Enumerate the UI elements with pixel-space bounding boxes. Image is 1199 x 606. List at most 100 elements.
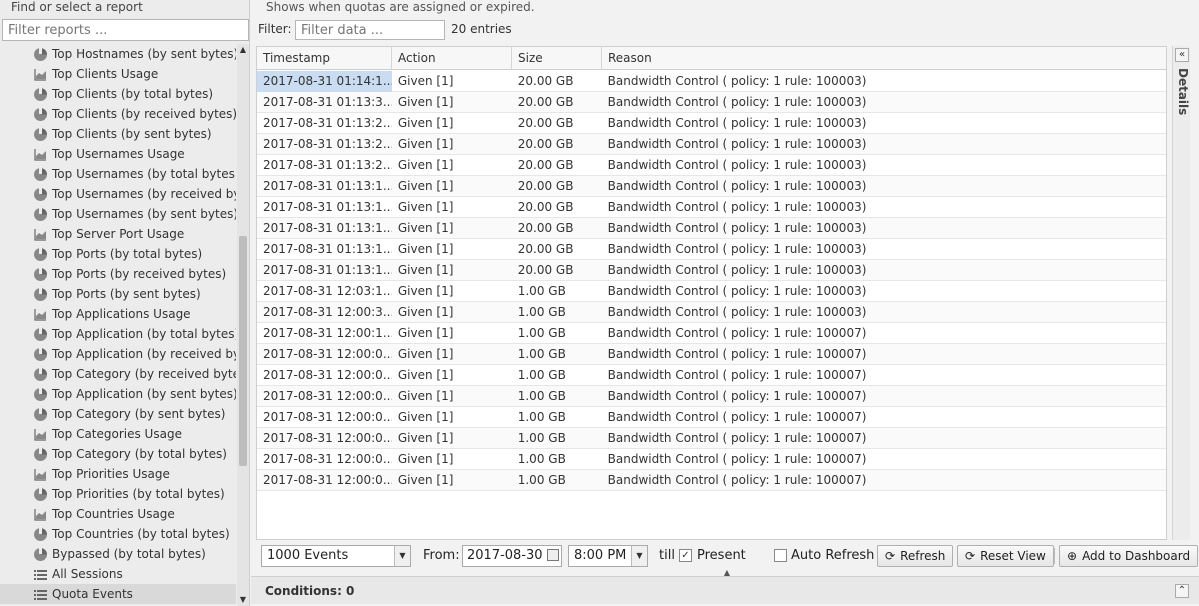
- report-list-item-label: Top Clients (by received bytes): [52, 107, 236, 121]
- table-row[interactable]: 2017-08-31 01:13:1... Given [1] 20.00 GB Ba…: [257, 197, 1166, 218]
- table-row[interactable]: 2017-08-31 12:00:0... Given [1] 1.00 GB Ban…: [257, 407, 1166, 428]
- auto-refresh-checkbox[interactable]: [774, 549, 787, 562]
- calendar-icon[interactable]: [547, 549, 559, 561]
- report-list-item[interactable]: Top Category (by sent bytes): [0, 404, 236, 424]
- report-list-item-label: Quota Events: [52, 587, 133, 601]
- table-row[interactable]: 2017-08-31 12:00:3... Given [1] 1.00 GB Ban…: [257, 302, 1166, 323]
- table-cell: 1.00 GB: [517, 305, 566, 319]
- scroll-down-arrow-icon[interactable]: ▼: [237, 594, 249, 606]
- column-header-reason[interactable]: Reason: [602, 47, 1166, 70]
- conditions-label: Conditions: 0: [265, 584, 355, 598]
- refresh-button[interactable]: ⟳ Refresh: [877, 545, 954, 567]
- table-row[interactable]: 2017-08-31 01:13:1... Given [1] 20.00 GB Ba…: [257, 176, 1166, 197]
- table-row[interactable]: 2017-08-31 01:13:1... Given [1] 20.00 GB Ba…: [257, 239, 1166, 260]
- report-list-item[interactable]: Top Server Port Usage: [0, 224, 236, 244]
- report-list-item[interactable]: Top Usernames Usage: [0, 144, 236, 164]
- report-list-item[interactable]: Top Clients Usage: [0, 64, 236, 84]
- table-cell: Bandwidth Control ( policy: 1 rule: 1000…: [607, 116, 867, 130]
- report-list-item[interactable]: Top Usernames (by received bytes): [0, 184, 236, 204]
- report-list-item[interactable]: Quota Events: [0, 584, 236, 604]
- table-row[interactable]: 2017-08-31 12:00:0... Given [1] 1.00 GB Ban…: [257, 428, 1166, 449]
- report-list-item[interactable]: Top Application (by received bytes): [0, 344, 236, 364]
- table-cell: Given [1]: [397, 284, 454, 298]
- report-list-scrollbar[interactable]: ▲ ▼: [237, 44, 249, 606]
- table-cell: 20.00 GB: [517, 95, 574, 109]
- table-cell: 2017-08-31 12:00:1...: [263, 326, 392, 340]
- present-checkbox[interactable]: ✓: [679, 549, 692, 562]
- pie-chart-icon: [34, 487, 47, 501]
- expand-conditions-icon[interactable]: ⌃: [1175, 584, 1189, 598]
- from-time-select[interactable]: 8:00 PM ▼: [568, 545, 648, 567]
- area-chart-icon: [34, 508, 47, 521]
- filter-data-input[interactable]: [295, 20, 445, 40]
- details-label[interactable]: Details: [1176, 68, 1190, 115]
- report-list-item-label: Top Usernames (by sent bytes): [52, 207, 236, 221]
- report-list-item-label: Top Category (by total bytes): [52, 447, 227, 461]
- report-list-item[interactable]: Top Clients (by total bytes): [0, 84, 236, 104]
- report-list-item[interactable]: Top Countries (by total bytes): [0, 524, 236, 544]
- column-header-action[interactable]: Action: [392, 47, 512, 70]
- report-list-item-label: Top Ports (by received bytes): [52, 267, 227, 281]
- table-row[interactable]: 2017-08-31 01:14:1... Given [1] 20.00 GB Ba…: [257, 71, 1166, 92]
- table-row[interactable]: 2017-08-31 12:00:1... Given [1] 1.00 GB Ban…: [257, 323, 1166, 344]
- table-row[interactable]: 2017-08-31 01:13:2... Given [1] 20.00 GB Ba…: [257, 113, 1166, 134]
- report-list-item[interactable]: Top Usernames (by total bytes): [0, 164, 236, 184]
- pie-chart-icon: [34, 407, 47, 421]
- table-row[interactable]: 2017-08-31 12:00:0... Given [1] 1.00 GB Ban…: [257, 449, 1166, 470]
- refresh-label: Refresh: [900, 549, 946, 563]
- table-cell: 2017-08-31 12:00:0...: [263, 410, 392, 424]
- list-icon: [34, 588, 47, 601]
- table-cell: 2017-08-31 12:03:1...: [263, 284, 392, 298]
- table-row[interactable]: 2017-08-31 12:00:0... Given [1] 1.00 GB Ban…: [257, 386, 1166, 407]
- report-list-item[interactable]: Top Hostnames (by sent bytes): [0, 44, 236, 64]
- report-list-item[interactable]: Top Applications Usage: [0, 304, 236, 324]
- pie-chart-icon: [34, 107, 47, 121]
- report-list-item[interactable]: Top Clients (by sent bytes): [0, 124, 236, 144]
- table-row[interactable]: 2017-08-31 12:03:1... Given [1] 1.00 GB Ban…: [257, 281, 1166, 302]
- report-list-item[interactable]: All Sessions: [0, 564, 236, 584]
- events-limit-select[interactable]: 1000 Events ▼: [261, 545, 411, 567]
- table-row[interactable]: 2017-08-31 01:13:3... Given [1] 20.00 GB Ba…: [257, 92, 1166, 113]
- table-cell: Given [1]: [397, 137, 454, 151]
- table-cell: 20.00 GB: [517, 137, 574, 151]
- reset-view-button[interactable]: ⟳ Reset View: [957, 545, 1054, 567]
- table-row[interactable]: 2017-08-31 01:13:1... Given [1] 20.00 GB Ba…: [257, 260, 1166, 281]
- scroll-up-arrow-icon[interactable]: ▲: [237, 44, 249, 56]
- report-list-item[interactable]: Top Category (by received bytes): [0, 364, 236, 384]
- area-chart-icon: [34, 68, 47, 81]
- report-list-item[interactable]: Top Priorities Usage: [0, 464, 236, 484]
- table-cell: Bandwidth Control ( policy: 1 rule: 1000…: [607, 389, 867, 403]
- from-date-value: 2017-08-30: [467, 548, 543, 563]
- report-list-item[interactable]: Top Countries Usage: [0, 504, 236, 524]
- conditions-bar[interactable]: Conditions: 0 ⌃: [251, 576, 1199, 604]
- till-label: till: [659, 548, 675, 563]
- report-list-item[interactable]: Top Application (by total bytes): [0, 324, 236, 344]
- table-row[interactable]: 2017-08-31 01:13:1... Given [1] 20.00 GB Ba…: [257, 218, 1166, 239]
- report-list-item[interactable]: Top Category (by total bytes): [0, 444, 236, 464]
- report-list-item[interactable]: Top Priorities (by total bytes): [0, 484, 236, 504]
- table-row[interactable]: 2017-08-31 12:00:0... Given [1] 1.00 GB Ban…: [257, 470, 1166, 491]
- filter-reports-input[interactable]: [2, 19, 249, 41]
- table-row[interactable]: 2017-08-31 12:00:0... Given [1] 1.00 GB Ban…: [257, 344, 1166, 365]
- from-date-field[interactable]: 2017-08-30: [462, 545, 562, 567]
- table-row[interactable]: 2017-08-31 12:00:0... Given [1] 1.00 GB Ban…: [257, 365, 1166, 386]
- report-list-item[interactable]: Top Ports (by sent bytes): [0, 284, 236, 304]
- report-list-item[interactable]: Top Usernames (by sent bytes): [0, 204, 236, 224]
- report-list: Top Hostnames (by sent bytes) Top Clients…: [0, 44, 236, 606]
- expand-details-icon[interactable]: «: [1175, 48, 1189, 62]
- scrollbar-thumb[interactable]: [239, 236, 247, 466]
- column-header-size[interactable]: Size: [512, 47, 602, 70]
- add-to-dashboard-button[interactable]: ⊕ Add to Dashboard: [1059, 545, 1199, 567]
- report-list-item[interactable]: Top Ports (by received bytes): [0, 264, 236, 284]
- pie-chart-icon: [34, 447, 47, 461]
- table-row[interactable]: 2017-08-31 01:13:2... Given [1] 20.00 GB Ba…: [257, 155, 1166, 176]
- column-header-timestamp[interactable]: Timestamp: [257, 47, 392, 70]
- area-chart-icon: [34, 228, 47, 241]
- report-list-item[interactable]: Top Application (by sent bytes): [0, 384, 236, 404]
- report-list-item[interactable]: Bypassed (by total bytes): [0, 544, 236, 564]
- report-list-item[interactable]: Top Categories Usage: [0, 424, 236, 444]
- report-list-item[interactable]: Top Clients (by received bytes): [0, 104, 236, 124]
- report-list-item[interactable]: Top Ports (by total bytes): [0, 244, 236, 264]
- table-cell: 1.00 GB: [517, 410, 566, 424]
- table-row[interactable]: 2017-08-31 01:13:2... Given [1] 20.00 GB Ba…: [257, 134, 1166, 155]
